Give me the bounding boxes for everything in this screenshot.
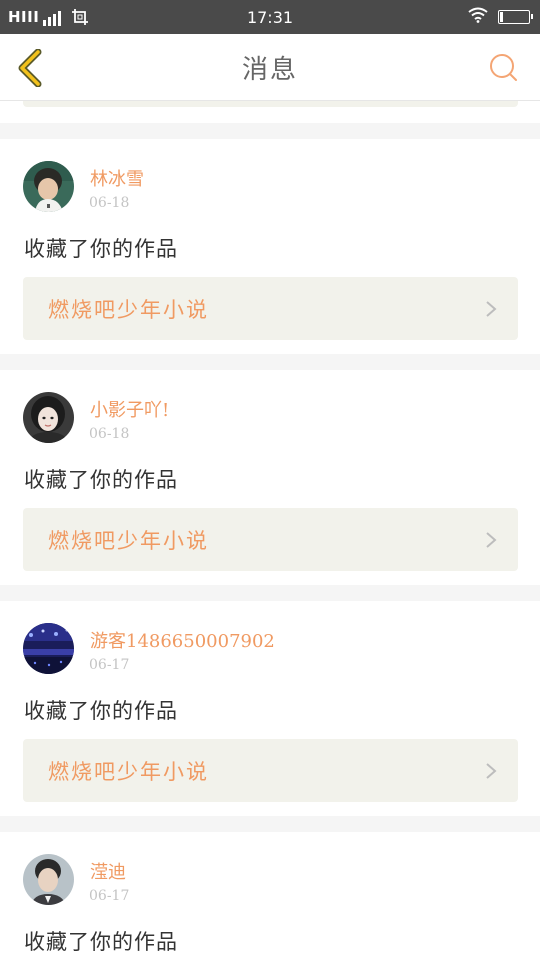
timestamp: 06-18: [89, 195, 130, 211]
work-title: 燃烧吧少年小说: [48, 529, 209, 553]
wifi-icon: [468, 7, 488, 27]
action-text: 收藏了你的作品: [24, 237, 178, 261]
work-card[interactable]: 燃烧吧少年小说: [23, 508, 518, 571]
search-icon: [490, 54, 517, 81]
chevron-left-icon: [18, 48, 42, 88]
list-item[interactable]: 林冰雪 06-18 收藏了你的作品 燃烧吧少年小说: [0, 139, 540, 354]
chevron-right-icon: [486, 763, 497, 779]
list-item[interactable]: 小影子吖! 06-18 收藏了你的作品 燃烧吧少年小说: [0, 370, 540, 585]
header: 消息: [0, 34, 540, 101]
battery-level: [500, 12, 503, 22]
timestamp: 06-17: [89, 657, 130, 673]
status-left: HIII: [8, 0, 89, 34]
work-title: 燃烧吧少年小说: [48, 760, 209, 784]
chevron-right-icon: [486, 532, 497, 548]
message-list[interactable]: 林冰雪 06-18 收藏了你的作品 燃烧吧少年小说 小影子吖! 06-18 收藏…: [0, 101, 540, 960]
username[interactable]: 滢迪: [90, 858, 126, 884]
action-text: 收藏了你的作品: [24, 930, 178, 954]
page-title: 消息: [241, 54, 298, 85]
timestamp: 06-18: [89, 426, 130, 442]
work-card[interactable]: 燃烧吧少年小说: [23, 739, 518, 802]
screenshot-icon: [71, 8, 89, 26]
username[interactable]: 小影子吖!: [90, 396, 169, 422]
back-button[interactable]: [14, 48, 46, 88]
username[interactable]: 林冰雪: [90, 165, 144, 191]
list-item[interactable]: 游客1486650007902 06-17 收藏了你的作品 燃烧吧少年小说: [0, 601, 540, 816]
battery-icon: [498, 10, 533, 24]
list-item[interactable]: 滢迪 06-17 收藏了你的作品: [0, 832, 540, 960]
timestamp: 06-17: [89, 888, 130, 904]
action-text: 收藏了你的作品: [24, 468, 178, 492]
carrier-label: HIII: [8, 8, 40, 26]
signal-icon: [43, 10, 62, 26]
chevron-right-icon: [486, 301, 497, 317]
avatar[interactable]: [23, 854, 74, 905]
username[interactable]: 游客1486650007902: [90, 627, 275, 653]
action-text: 收藏了你的作品: [24, 699, 178, 723]
status-time: 17:31: [246, 7, 294, 27]
search-button[interactable]: [488, 52, 520, 84]
avatar[interactable]: [23, 623, 74, 674]
list-item-partial: [0, 101, 540, 123]
work-card[interactable]: 燃烧吧少年小说: [23, 277, 518, 340]
status-right: [468, 0, 533, 34]
avatar[interactable]: [23, 161, 74, 212]
status-bar: HIII 17:31: [0, 0, 540, 34]
work-title: 燃烧吧少年小说: [48, 298, 209, 322]
work-card-partial[interactable]: [23, 101, 518, 107]
avatar[interactable]: [23, 392, 74, 443]
